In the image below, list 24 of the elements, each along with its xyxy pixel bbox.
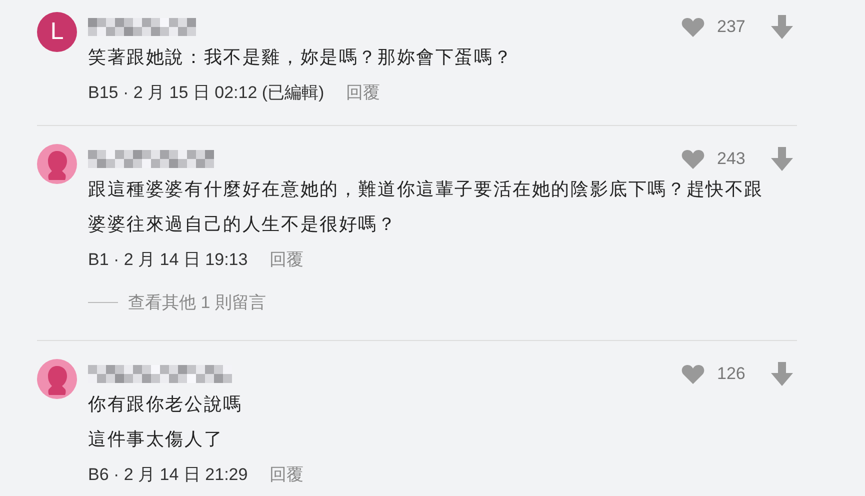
user-avatar[interactable]: L: [37, 12, 77, 52]
downvote-arrow-icon[interactable]: [771, 147, 793, 171]
user-avatar-icon[interactable]: [37, 359, 77, 399]
downvote-arrow-icon[interactable]: [771, 15, 793, 39]
comment-text: 跟這種婆婆有什麼好在意她的，難道你這輩子要活在她的陰影底下嗎？趕快不跟: [88, 178, 764, 201]
reply-link[interactable]: 回覆: [270, 242, 304, 278]
user-avatar-icon[interactable]: [37, 144, 77, 184]
comment-meta: B1 · 2 月 14 日 19:13: [88, 249, 248, 271]
like-count: 237: [717, 17, 746, 37]
heart-icon[interactable]: [681, 148, 705, 170]
heart-icon[interactable]: [681, 363, 705, 385]
comment-meta: B15 · 2 月 15 日 02:12 (已編輯): [88, 82, 324, 104]
comment-text: 婆婆往來過自己的人生不是很好嗎？: [88, 213, 398, 236]
comment-meta: B6 · 2 月 14 日 21:29: [88, 464, 248, 486]
view-replies-link[interactable]: 查看其他 1 則留言: [128, 290, 266, 314]
reply-link[interactable]: 回覆: [346, 75, 380, 111]
comment-text: 笑著跟她說：我不是雞，妳是嗎？那妳會下蛋嗎？: [88, 46, 514, 69]
reply-link[interactable]: 回覆: [270, 457, 304, 493]
comment-text: 你有跟你老公說嗎: [88, 393, 244, 416]
comment-text: 這件事太傷人了: [88, 428, 224, 451]
like-count: 243: [717, 149, 746, 169]
downvote-arrow-icon[interactable]: [771, 362, 793, 386]
heart-icon[interactable]: [681, 16, 705, 38]
like-count: 126: [717, 364, 746, 384]
